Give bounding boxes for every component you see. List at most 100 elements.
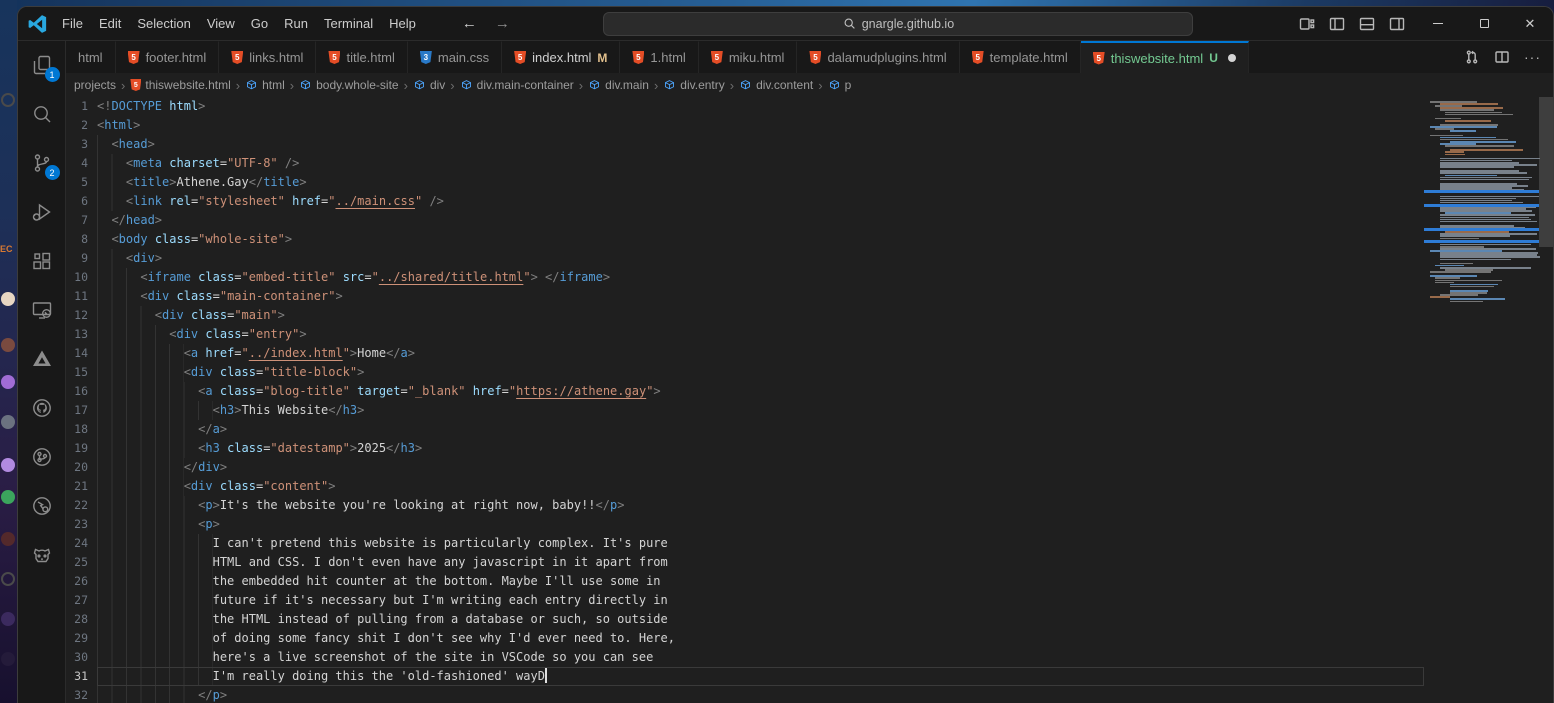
code-line-content[interactable]: <!DOCTYPE html> [97, 97, 1424, 116]
code-line-content[interactable]: <h3 class="datestamp">2025</h3> [97, 439, 1424, 458]
tab-index.html[interactable]: 5index.htmlM [502, 41, 620, 73]
code-line-content[interactable]: <div class="main-container"> [97, 287, 1424, 306]
code-line-content[interactable]: <body class="whole-site"> [97, 230, 1424, 249]
activity-item-github[interactable] [22, 388, 62, 428]
breadcrumb-item-div.main-container[interactable]: div.main-container [460, 78, 574, 92]
menu-terminal[interactable]: Terminal [316, 13, 381, 34]
code-line-27: 27future if it's necessary but I'm writi… [66, 591, 1424, 610]
code-line-content[interactable]: <div class="entry"> [97, 325, 1424, 344]
tab-links.html[interactable]: 5links.html [219, 41, 316, 73]
customize-layout-icon[interactable] [1299, 16, 1315, 32]
activity-item-remote-explorer[interactable] [22, 290, 62, 330]
activity-item-godot-tools[interactable] [22, 535, 62, 575]
tab-dalamudplugins.html[interactable]: 5dalamudplugins.html [797, 41, 959, 73]
code-line-content[interactable]: <head> [97, 135, 1424, 154]
code-line-content[interactable]: the embedded hit counter at the bottom. … [97, 572, 1424, 591]
menu-selection[interactable]: Selection [129, 13, 198, 34]
breadcrumb-item-div.content[interactable]: div.content [739, 78, 813, 92]
minimize-button[interactable] [1415, 7, 1461, 41]
code-line-content[interactable]: of doing some fancy shit I don't see why… [97, 629, 1424, 648]
activity-item-gitlens[interactable] [22, 486, 62, 526]
breadcrumb-item-div[interactable]: div [413, 78, 445, 92]
more-actions-icon[interactable]: ··· [1524, 49, 1541, 65]
code-line-content[interactable]: </div> [97, 458, 1424, 477]
code-line-content[interactable]: <p> [97, 515, 1424, 534]
code-line-content[interactable]: <meta charset="UTF-8" /> [97, 154, 1424, 173]
html-file-icon: 5 [328, 51, 340, 64]
code-area[interactable]: 1<!DOCTYPE html>2<html>3<head>4<meta cha… [66, 97, 1424, 703]
code-line-content[interactable]: <html> [97, 116, 1424, 135]
activity-item-git-graph[interactable] [22, 437, 62, 477]
nav-back-icon[interactable]: ← [462, 15, 477, 32]
tab-template.html[interactable]: 5template.html [960, 41, 1081, 73]
line-number: 7 [66, 211, 97, 230]
code-line-content[interactable]: the HTML instead of pulling from a datab… [97, 610, 1424, 629]
activity-item-source-control[interactable]: 2 [22, 143, 62, 183]
toggle-panel-icon[interactable] [1359, 16, 1375, 32]
menu-go[interactable]: Go [243, 13, 276, 34]
breadcrumb-item-html[interactable]: html [245, 78, 285, 92]
split-editor-icon[interactable] [1494, 49, 1510, 65]
breadcrumb-item-body.whole-site[interactable]: body.whole-site [299, 78, 399, 92]
tab-1.html[interactable]: 51.html [620, 41, 698, 73]
activity-item-explorer[interactable]: 1 [22, 45, 62, 85]
code-line-content[interactable]: <div> [97, 249, 1424, 268]
breadcrumb-item-div.main[interactable]: div.main [588, 78, 649, 92]
command-center-search[interactable]: gnargle.github.io [603, 12, 1193, 36]
code-line-content[interactable]: </p> [97, 686, 1424, 703]
indent-guides [97, 192, 126, 211]
toggle-sidebar-icon[interactable] [1329, 16, 1345, 32]
code-line-content[interactable]: future if it's necessary but I'm writing… [97, 591, 1424, 610]
activity-item-extensions[interactable] [22, 241, 62, 281]
menu-view[interactable]: View [199, 13, 243, 34]
activity-item-triangle-a-extension[interactable] [22, 339, 62, 379]
menu-file[interactable]: File [54, 13, 91, 34]
tab-main.css[interactable]: 3main.css [408, 41, 502, 73]
code-line-content[interactable]: I'm really doing this the 'old-fashioned… [97, 667, 1424, 686]
breadcrumb-item-file[interactable]: 5thiswebsite.html [130, 78, 230, 92]
tab-bar: html5footer.html5links.html5title.html3m… [66, 41, 1553, 73]
line-number: 21 [66, 477, 97, 496]
compare-changes-icon[interactable] [1464, 49, 1480, 65]
breadcrumb-separator-icon: › [818, 78, 822, 93]
code-line-content[interactable]: <a class="blog-title" target="_blank" hr… [97, 382, 1424, 401]
code-line-content[interactable]: </a> [97, 420, 1424, 439]
menu-help[interactable]: Help [381, 13, 424, 34]
code-line-content[interactable]: <h3>This Website</h3> [97, 401, 1424, 420]
tab-title.html[interactable]: 5title.html [316, 41, 407, 73]
breadcrumb-item-root[interactable]: projects [74, 78, 116, 92]
minimap-decoration [1424, 240, 1539, 243]
activity-item-search[interactable] [22, 94, 62, 134]
code-line-content[interactable]: here's a live screenshot of the site in … [97, 648, 1424, 667]
activity-item-run-and-debug[interactable] [22, 192, 62, 232]
code-line-content[interactable]: <a href="../index.html">Home</a> [97, 344, 1424, 363]
menu-run[interactable]: Run [276, 13, 316, 34]
code-line-content[interactable]: I can't pretend this website is particul… [97, 534, 1424, 553]
tab-thiswebsite.html[interactable]: 5thiswebsite.htmlU [1081, 41, 1249, 73]
close-button[interactable]: ✕ [1507, 7, 1553, 41]
tab-footer.html[interactable]: 5footer.html [116, 41, 220, 73]
minimap[interactable] [1424, 97, 1539, 703]
code-line-content[interactable]: <div class="title-block"> [97, 363, 1424, 382]
code-line-content[interactable]: <iframe class="embed-title" src="../shar… [97, 268, 1424, 287]
code-line-19: 19<h3 class="datestamp">2025</h3> [66, 439, 1424, 458]
scrollbar-thumb[interactable] [1539, 97, 1553, 247]
menu-edit[interactable]: Edit [91, 13, 129, 34]
breadcrumb-item-p[interactable]: p [828, 78, 852, 92]
code-line-content[interactable]: HTML and CSS. I don't even have any java… [97, 553, 1424, 572]
breadcrumb-item-div.entry[interactable]: div.entry [663, 78, 724, 92]
code-line-content[interactable]: <p>It's the website you're looking at ri… [97, 496, 1424, 515]
maximize-button[interactable] [1461, 7, 1507, 41]
code-line-content[interactable]: <link rel="stylesheet" href="../main.css… [97, 192, 1424, 211]
code-line-23: 23<p> [66, 515, 1424, 534]
code-line-content[interactable]: <div class="main"> [97, 306, 1424, 325]
nav-forward-icon[interactable]: → [495, 15, 510, 32]
dirty-indicator-icon[interactable] [1228, 54, 1236, 62]
code-line-content[interactable]: </head> [97, 211, 1424, 230]
html-file-icon: 5 [972, 51, 984, 64]
tab-miku.html[interactable]: 5miku.html [699, 41, 798, 73]
code-line-content[interactable]: <div class="content"> [97, 477, 1424, 496]
tab-html[interactable]: html [66, 41, 116, 73]
toggle-secondary-sidebar-icon[interactable] [1389, 16, 1405, 32]
code-line-content[interactable]: <title>Athene.Gay</title> [97, 173, 1424, 192]
